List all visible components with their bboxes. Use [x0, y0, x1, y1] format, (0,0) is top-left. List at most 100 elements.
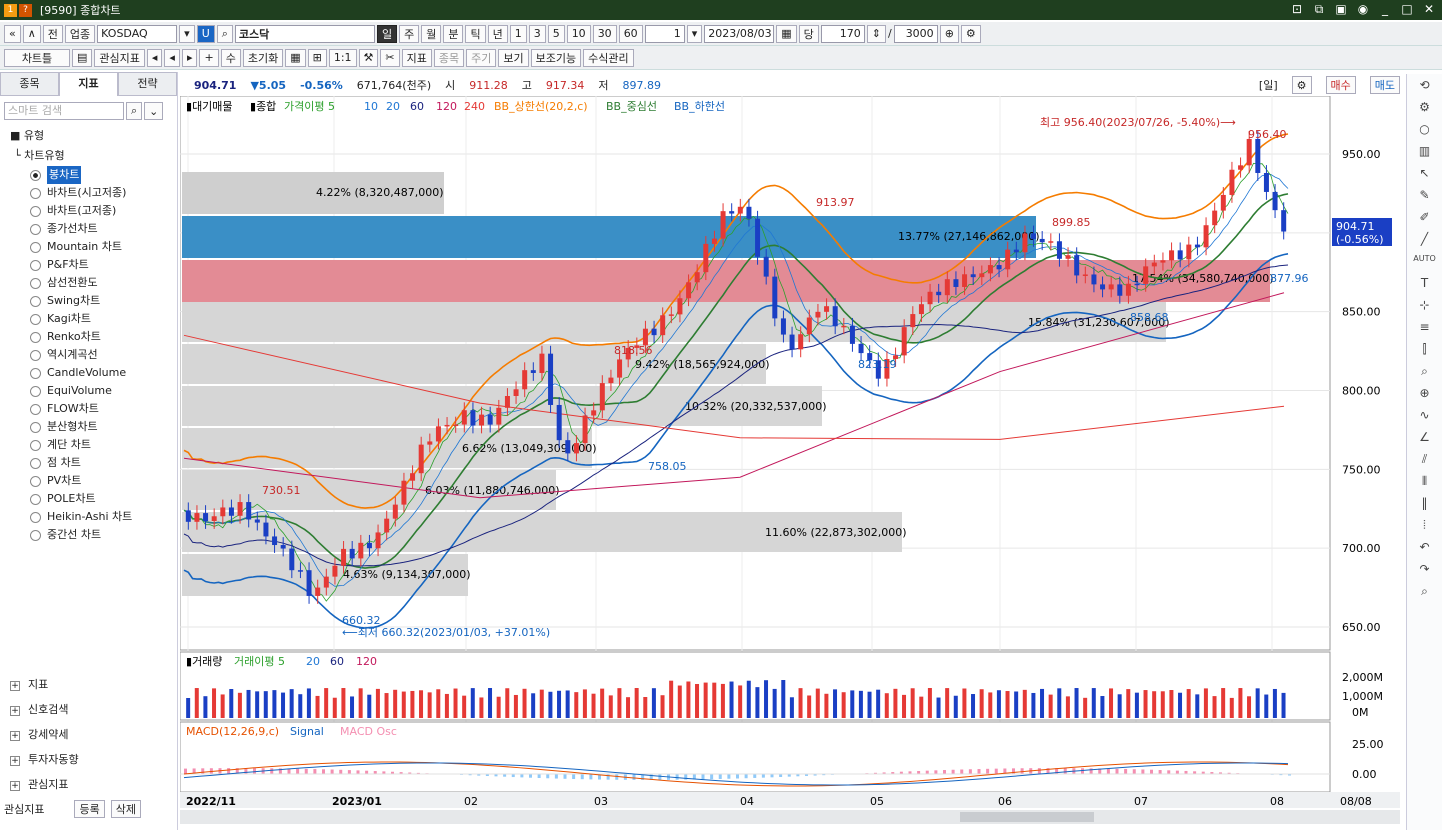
circle-icon[interactable]: ○ — [1407, 122, 1442, 144]
chart-type-item[interactable]: 삼선전환도 — [10, 274, 177, 292]
group-type[interactable]: ■ 유형 — [10, 126, 177, 146]
prev-button[interactable]: « — [4, 24, 21, 43]
pencil-icon[interactable]: ✐ — [1407, 210, 1442, 232]
chart-type-item[interactable]: 점 차트 — [10, 454, 177, 472]
camera-icon[interactable]: ◉ — [1356, 2, 1370, 17]
settings-icon[interactable]: ⚙ — [1407, 100, 1442, 122]
radio-icon[interactable] — [30, 223, 41, 235]
gann-icon[interactable]: ⊹ — [1407, 298, 1442, 320]
count-10[interactable]: 10 — [566, 24, 591, 43]
chevron-down-icon[interactable]: ⌄ — [144, 102, 164, 120]
chart-type-item[interactable]: POLE차트 — [10, 490, 177, 508]
scroll-bar[interactable] — [180, 810, 1400, 824]
sell-button[interactable]: 매도 — [1369, 76, 1400, 94]
radio-icon[interactable] — [30, 475, 41, 487]
market-select[interactable]: KOSDAQ — [97, 24, 178, 43]
unit-button[interactable]: 당 — [798, 24, 819, 43]
arrow-left-icon[interactable]: ◂ — [146, 48, 163, 67]
arrow-right-icon[interactable]: ▸ — [181, 48, 198, 67]
scissor-icon[interactable]: ✂ — [380, 48, 400, 67]
angle-icon[interactable]: ∠ — [1407, 430, 1442, 452]
sector-button[interactable]: 업종 — [64, 24, 96, 43]
radio-icon[interactable] — [30, 259, 41, 271]
radio-icon[interactable] — [30, 439, 41, 451]
price-chart-svg[interactable]: 4.22% (8,320,487,000) 13.77% (27,146,862… — [179, 95, 1400, 826]
chart-type-item[interactable]: 역시계곡선 — [10, 346, 177, 364]
calendar-icon[interactable]: ▦ — [776, 24, 797, 43]
radio-icon[interactable] — [30, 313, 41, 325]
cycle-icon[interactable]: ∿ — [1407, 408, 1442, 430]
save-icon[interactable]: ▤ — [72, 48, 93, 67]
ratio-button[interactable]: 1:1 — [328, 48, 357, 67]
count-5[interactable]: 5 — [547, 24, 565, 43]
zoom-in-icon[interactable]: ⊕ — [939, 24, 959, 43]
code-icon[interactable]: U — [196, 24, 215, 43]
delete-button[interactable]: 삭제 — [110, 800, 141, 818]
minimize-icon[interactable]: _ — [1378, 2, 1392, 17]
group-investor[interactable]: + 투자자동향 — [10, 747, 79, 772]
date-input[interactable]: 2023/08/03 — [704, 24, 775, 43]
tool-icon[interactable]: ⚒ — [358, 48, 379, 67]
chart-type-item[interactable]: Mountain 차트 — [10, 238, 177, 256]
chart-type-item[interactable]: Renko차트 — [10, 328, 177, 346]
group-favorites[interactable]: + 관심지표 — [10, 772, 79, 797]
bars-icon[interactable]: ⦀ — [1407, 474, 1442, 496]
period-year[interactable]: 년 — [487, 24, 508, 43]
view-button[interactable]: 보기 — [498, 48, 529, 67]
count-input[interactable]: 1 — [644, 24, 685, 43]
parallel-icon[interactable]: ⫽ — [1407, 452, 1442, 474]
chart-type-item[interactable]: PV차트 — [10, 472, 177, 490]
count-30[interactable]: 30 — [592, 24, 617, 43]
undo-icon[interactable]: ↶ — [1407, 540, 1442, 562]
auto-icon[interactable]: AUTO — [1407, 254, 1442, 276]
chart-type-item[interactable]: 바차트(고저종) — [10, 202, 177, 220]
zoom-icon[interactable]: ⌕ — [1407, 364, 1442, 386]
chart-icon[interactable]: ▥ — [1407, 144, 1442, 166]
tab-indicators[interactable]: 지표 — [59, 72, 118, 96]
total-input[interactable]: 3000 — [893, 24, 938, 43]
radio-icon[interactable] — [30, 403, 41, 415]
zoom-plus-icon[interactable]: ⊕ — [1407, 386, 1442, 408]
link-icon[interactable]: ⧉ — [1312, 2, 1326, 17]
aux-button[interactable]: 보조기능 — [530, 48, 582, 67]
radio-icon[interactable] — [30, 169, 41, 181]
radio-icon[interactable] — [30, 331, 41, 343]
maximize-icon[interactable]: □ — [1400, 2, 1414, 17]
subgroup-chart-type[interactable]: └ 차트유형 — [10, 146, 177, 166]
search-icon[interactable]: ⌕ — [126, 102, 143, 120]
redo-icon[interactable]: ↷ — [1407, 562, 1442, 584]
radio-icon[interactable] — [30, 367, 41, 379]
chart-type-item[interactable]: P&F차트 — [10, 256, 177, 274]
radio-icon[interactable] — [30, 241, 41, 253]
radio-icon[interactable] — [30, 457, 41, 469]
count-3[interactable]: 3 — [528, 24, 546, 43]
help-icon[interactable]: ? — [19, 3, 32, 17]
grid-lines-icon[interactable]: ⦙ — [1407, 518, 1442, 540]
chart-frame-button[interactable]: 차트틀 — [4, 48, 70, 67]
radio-icon[interactable] — [30, 277, 41, 289]
all-button[interactable]: 전 — [42, 24, 63, 43]
fav-indicator-button[interactable]: 관심지표 — [94, 48, 145, 67]
chart-type-item[interactable]: 봉차트 — [10, 166, 177, 184]
tab-strategy[interactable]: 전략 — [118, 72, 177, 96]
radio-icon[interactable] — [30, 205, 41, 217]
register-button[interactable]: 등록 — [74, 800, 105, 818]
count-60[interactable]: 60 — [618, 24, 643, 43]
vertical-lines-icon[interactable]: ‖ — [1407, 496, 1442, 518]
line-icon[interactable]: ╱ — [1407, 232, 1442, 254]
grid-icon[interactable]: ▦ — [285, 48, 306, 67]
candle-icon[interactable]: ⫿ — [1407, 342, 1442, 364]
radio-icon[interactable] — [30, 493, 41, 505]
pen-icon[interactable]: ✎ — [1407, 188, 1442, 210]
radio-icon[interactable] — [30, 511, 41, 523]
radio-icon[interactable] — [30, 529, 41, 541]
group-signal[interactable]: + 신호검색 — [10, 697, 79, 722]
period-min[interactable]: 분 — [443, 24, 464, 43]
reset-button[interactable]: 초기화 — [242, 48, 284, 67]
name-field[interactable]: 코스닥 — [234, 24, 375, 43]
chevron-down-icon[interactable]: ▾ — [179, 24, 195, 43]
group-indicator[interactable]: + 지표 — [10, 672, 79, 697]
item-button[interactable]: 종목 — [433, 48, 465, 67]
period-button[interactable]: 주기 — [466, 48, 497, 67]
gear-icon[interactable]: ⚙ — [1291, 76, 1312, 94]
